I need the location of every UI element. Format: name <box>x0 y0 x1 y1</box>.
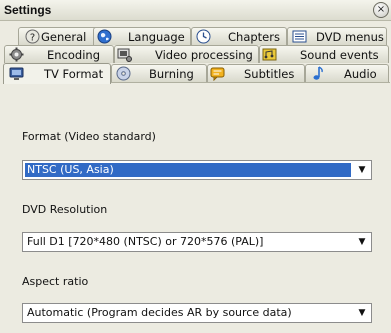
tab-language-label: Language <box>128 30 185 44</box>
tab-subtitles-label: Subtitles <box>244 67 295 81</box>
format-label: Format (Video standard) <box>22 130 156 143</box>
aspect-ratio-select[interactable]: Automatic (Program decides AR by source … <box>22 303 372 323</box>
tab-audio-label: Audio <box>344 67 377 81</box>
resolution-label: DVD Resolution <box>22 203 108 216</box>
tab-dvd-menus-label: DVD menus <box>316 30 384 44</box>
chevron-down-icon[interactable]: ▼ <box>354 234 370 250</box>
window-title: Settings <box>4 3 52 17</box>
tab-tv-format-label: TV Format <box>44 67 104 81</box>
tab-video-processing-label: Video processing <box>155 48 253 62</box>
resolution-select-value: Full D1 [720*480 (NTSC) or 720*576 (PAL)… <box>27 235 264 248</box>
globe-icon <box>97 29 112 44</box>
tab-burning[interactable]: Burning <box>111 64 207 82</box>
question-icon: ? <box>25 29 40 44</box>
tab-language[interactable]: Language <box>93 27 191 45</box>
aspect-ratio-select-value: Automatic (Program decides AR by source … <box>27 306 292 319</box>
video-processing-icon <box>117 48 132 62</box>
format-select-value: NTSC (US, Asia) <box>24 162 352 178</box>
gear-icon <box>9 47 24 62</box>
title-bar: Settings × <box>0 0 391 21</box>
tab-subtitles[interactable]: Subtitles <box>207 64 305 82</box>
tab-sound-events-label: Sound events <box>300 48 379 62</box>
menu-list-icon <box>292 30 307 43</box>
tab-sound-events[interactable]: Sound events <box>259 45 389 63</box>
svg-text:?: ? <box>30 33 35 44</box>
disc-icon <box>116 66 131 81</box>
chevron-down-icon[interactable]: ▼ <box>354 162 370 178</box>
tv-icon <box>9 67 24 80</box>
tab-encoding-label: Encoding <box>47 48 100 62</box>
tab-dvd-menus[interactable]: DVD menus <box>287 27 387 45</box>
sound-events-icon <box>262 48 277 61</box>
tab-general-label: General <box>41 30 87 44</box>
tab-chapters[interactable]: Chapters <box>191 27 287 45</box>
tab-burning-label: Burning <box>149 67 194 81</box>
tab-video-processing[interactable]: Video processing <box>114 45 259 63</box>
format-select[interactable]: NTSC (US, Asia) ▼ <box>22 160 372 180</box>
music-note-icon <box>313 66 323 80</box>
chevron-down-icon[interactable]: ▼ <box>354 305 370 321</box>
subtitles-icon <box>210 67 225 81</box>
clock-icon <box>196 29 211 44</box>
aspect-ratio-label: Aspect ratio <box>22 275 89 288</box>
tab-encoding[interactable]: Encoding <box>4 45 114 63</box>
close-button[interactable]: × <box>373 2 389 18</box>
tab-tv-format[interactable]: TV Format <box>3 63 111 84</box>
resolution-select[interactable]: Full D1 [720*480 (NTSC) or 720*576 (PAL)… <box>22 232 372 252</box>
tab-chapters-label: Chapters <box>228 30 280 44</box>
tab-audio[interactable]: Audio <box>305 64 389 82</box>
